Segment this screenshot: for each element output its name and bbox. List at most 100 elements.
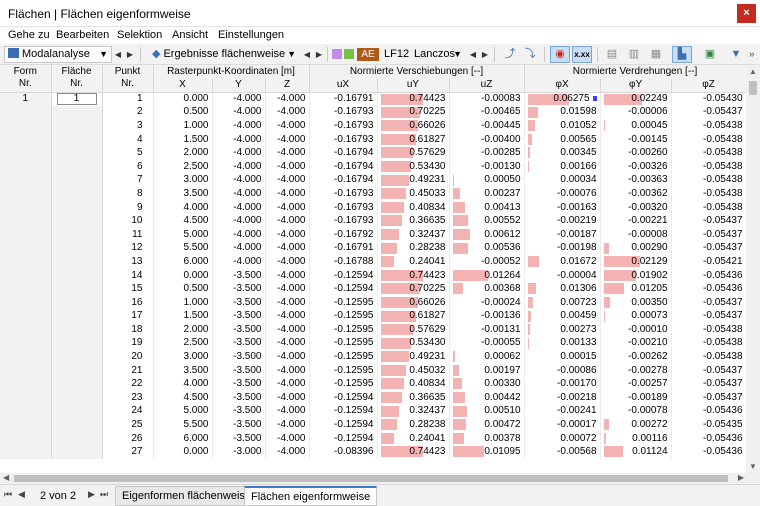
scroll-left-icon[interactable]: ◀ [3, 473, 9, 482]
horizontal-scrollbar[interactable]: ◀ ▶ [0, 473, 760, 484]
flaeche-nr-cell [51, 391, 103, 405]
analysis-select[interactable]: Modalanalyse ▼ [4, 46, 112, 63]
uy-cell: 0.45032 [377, 363, 450, 378]
uy-value-bar [380, 378, 404, 390]
table-row[interactable]: 11 5.000 -4.000 -4.000 -0.16792 0.32437 0.0061… [0, 227, 746, 242]
x-cell: 5.000 [153, 404, 213, 419]
form-nr-cell [0, 159, 52, 174]
ux-cell: -0.16794 [309, 173, 378, 188]
phiy-cell: -0.00145 [600, 132, 672, 147]
show-xxx-icon[interactable]: x.xx [572, 46, 592, 63]
select-icon[interactable]: ⤴ [500, 46, 520, 63]
vertical-scrollbar[interactable]: ▲ ▼ [746, 65, 760, 473]
results-icon: ◆ [152, 48, 161, 60]
table-rows-icon[interactable]: ▦ [646, 46, 666, 63]
table-row[interactable]: 19 2.500 -3.500 -4.000 -0.12595 0.53430 -0.000… [0, 336, 746, 351]
table-row[interactable]: 5 2.000 -4.000 -4.000 -0.16794 0.57629 -0.0028… [0, 146, 746, 160]
phix-value: 0.00072 [560, 432, 597, 444]
punkt-nr-cell: 1 [102, 92, 154, 106]
col-punkt-header: Punkt Nr. [102, 65, 154, 93]
phiy-value: 0.00073 [631, 310, 668, 322]
table-columns-icon[interactable]: ▥ [624, 46, 644, 63]
menu-bearbeiten[interactable]: Bearbeiten [56, 29, 109, 41]
uz-value: 0.00368 [484, 283, 521, 295]
scroll-down-icon[interactable]: ▼ [749, 462, 757, 471]
y-cell: -3.500 [212, 282, 266, 296]
next-page-icon[interactable]: ▶ [88, 489, 95, 500]
table-row[interactable]: 26 6.000 -3.500 -4.000 -0.12594 0.24041 0.0037… [0, 431, 746, 446]
phiy-value: 0.00116 [632, 432, 668, 444]
results-select[interactable]: ◆ Ergebnisse flächenweise ▼ [148, 46, 300, 63]
phiy-value-bar [603, 283, 624, 295]
table-row[interactable]: 16 1.000 -3.500 -4.000 -0.12595 0.66026 -0.000… [0, 295, 746, 310]
uy-value-bar [380, 242, 397, 254]
vertical-scroll-thumb[interactable] [749, 81, 757, 95]
tab-flaechen-eigenformweise[interactable]: Flächen eigenformweise [244, 486, 378, 506]
table-icon[interactable]: ▤ [602, 46, 622, 63]
table-row[interactable]: 17 1.500 -3.500 -4.000 -0.12595 0.61827 -0.001… [0, 309, 746, 324]
overflow-icon[interactable]: » [749, 46, 755, 63]
table-row[interactable]: 8 3.500 -4.000 -4.000 -0.16793 0.45033 0.00237… [0, 187, 746, 201]
phiy-value-bar [603, 446, 623, 458]
tab-eigenformen-flaechenweise[interactable]: Eigenformen flächenweise [115, 486, 259, 506]
ux-cell: -0.16793 [309, 187, 378, 201]
table-row[interactable]: 14 0.000 -3.500 -4.000 -0.12594 0.74423 0.0126… [0, 268, 746, 283]
phiz-cell: -0.05437 [671, 391, 746, 405]
form-nr-cell [0, 309, 52, 324]
table-row[interactable]: 24 5.000 -3.500 -4.000 -0.12594 0.32437 0.0051… [0, 404, 746, 419]
scroll-up-icon[interactable]: ▲ [749, 67, 757, 76]
filter-icon[interactable]: ▼ [726, 46, 746, 63]
table-row[interactable]: 1 1 1 0.000 -4.000 -4.000 -0.16791 0.74423 -0.00… [0, 92, 746, 106]
horizontal-scroll-thumb[interactable] [14, 475, 728, 482]
phix-cell: 0.01052 [524, 119, 601, 133]
deselect-icon[interactable]: ⤵ [520, 46, 540, 63]
table-row[interactable]: 21 3.500 -3.500 -4.000 -0.12595 0.45032 0.0019… [0, 363, 746, 378]
phiy-value-bar [603, 296, 610, 308]
export-excel-icon[interactable]: ▣ [700, 46, 720, 63]
last-page-icon[interactable]: ⏭ [100, 489, 108, 500]
view-values-icon[interactable]: ◉ [550, 46, 570, 63]
uy-value: 0.45033 [409, 187, 446, 199]
flaeche-nr-cell[interactable]: 1 [51, 92, 103, 106]
menu-gehe-zu[interactable]: Gehe zu [8, 29, 50, 41]
table-row[interactable]: 20 3.000 -3.500 -4.000 -0.12595 0.49231 0.0006… [0, 350, 746, 364]
phiz-cell: -0.05437 [671, 214, 746, 228]
prev-page-icon[interactable]: ◀ [18, 489, 25, 500]
table-row[interactable]: 13 6.000 -4.000 -4.000 -0.16788 0.24041 -0.000… [0, 255, 746, 269]
table-row[interactable]: 6 2.500 -4.000 -4.000 -0.16794 0.53430 -0.0013… [0, 159, 746, 174]
prev-mode-button[interactable]: ◀ [468, 46, 478, 63]
punkt-nr-cell: 17 [102, 309, 154, 324]
table-row[interactable]: 23 4.500 -3.500 -4.000 -0.12594 0.36635 0.0044… [0, 391, 746, 405]
table-row[interactable]: 3 1.000 -4.000 -4.000 -0.16793 0.66026 -0.0044… [0, 119, 746, 133]
next-mode-button[interactable]: ▶ [480, 46, 490, 63]
menu-selektion[interactable]: Selektion [117, 29, 162, 41]
prev-results-button[interactable]: ◀ [302, 46, 312, 63]
y-cell: -3.500 [212, 309, 266, 324]
menu-einstellungen[interactable]: Einstellungen [218, 29, 284, 41]
next-results-button[interactable]: ▶ [314, 46, 324, 63]
table-row[interactable]: 27 0.000 -3.000 -4.000 -0.08396 0.74423 0.0109… [0, 445, 746, 460]
table-row[interactable]: 12 5.500 -4.000 -4.000 -0.16791 0.28238 0.0053… [0, 241, 746, 256]
scroll-right-icon[interactable]: ▶ [738, 473, 744, 482]
table-view-icon[interactable]: ▙ [672, 46, 692, 63]
table-row[interactable]: 2 0.500 -4.000 -4.000 -0.16793 0.70225 -0.0046… [0, 105, 746, 120]
phiz-cell: -0.05437 [671, 227, 746, 242]
next-analysis-button[interactable]: ▶ [125, 46, 135, 63]
table-row[interactable]: 25 5.500 -3.500 -4.000 -0.12594 0.28238 0.0047… [0, 418, 746, 432]
table-row[interactable]: 18 2.000 -3.500 -4.000 -0.12595 0.57629 -0.001… [0, 323, 746, 337]
table-row[interactable]: 15 0.500 -3.500 -4.000 -0.12594 0.70225 0.0036… [0, 282, 746, 296]
ux-cell: -0.16793 [309, 119, 378, 133]
table-row[interactable]: 22 4.000 -3.500 -4.000 -0.12595 0.40834 0.0033… [0, 377, 746, 392]
col-phiz-header: φZ [671, 78, 746, 93]
table-row[interactable]: 7 3.000 -4.000 -4.000 -0.16794 0.49231 0.00050… [0, 173, 746, 188]
table-row[interactable]: 4 1.500 -4.000 -4.000 -0.16793 0.61827 -0.0040… [0, 132, 746, 147]
method-select[interactable]: Lanczos ▼ [410, 46, 466, 63]
menu-ansicht[interactable]: Ansicht [172, 29, 208, 41]
table-row[interactable]: 10 4.500 -4.000 -4.000 -0.16793 0.36635 0.0055… [0, 214, 746, 228]
phiy-cell: -0.00278 [600, 363, 672, 378]
prev-analysis-button[interactable]: ◀ [113, 46, 123, 63]
table-row[interactable]: 9 4.000 -4.000 -4.000 -0.16793 0.40834 0.00413… [0, 200, 746, 215]
first-page-icon[interactable]: ⏮ [4, 489, 12, 500]
uz-cell: -0.00445 [449, 119, 525, 133]
close-button[interactable]: × [737, 4, 756, 23]
